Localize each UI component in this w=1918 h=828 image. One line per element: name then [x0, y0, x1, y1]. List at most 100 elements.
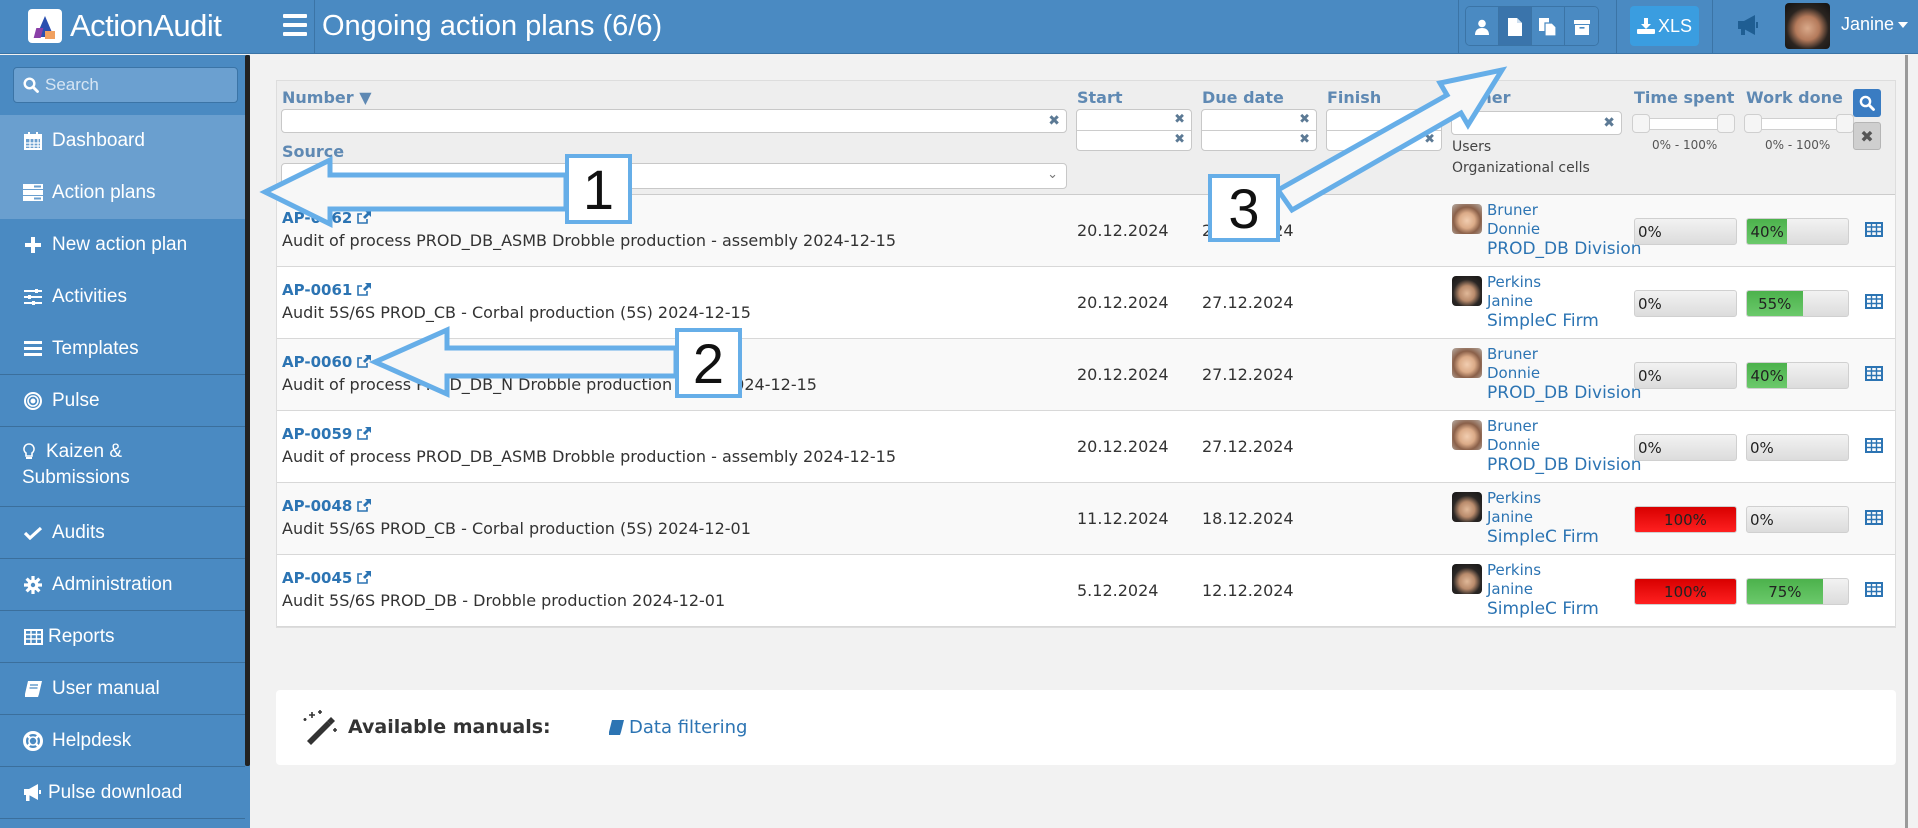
- external-link-icon[interactable]: [357, 355, 372, 368]
- my-plans-button[interactable]: [1466, 7, 1499, 45]
- sidebar-item-templates[interactable]: Templates: [0, 323, 245, 375]
- owner-organization[interactable]: SimpleC Firm: [1487, 599, 1599, 619]
- time-spent-slider[interactable]: [1632, 114, 1735, 133]
- owner-option-users[interactable]: Users: [1452, 139, 1491, 155]
- app-logo[interactable]: ActionAudit: [28, 6, 222, 46]
- clear-icon[interactable]: ✖: [1174, 112, 1185, 127]
- row-detail-button[interactable]: [1865, 438, 1883, 457]
- clear-icon[interactable]: ✖: [1299, 112, 1310, 127]
- number-filter[interactable]: ✖: [281, 109, 1067, 133]
- owner-organization[interactable]: SimpleC Firm: [1487, 311, 1599, 331]
- reset-filter-button[interactable]: ✖: [1853, 122, 1881, 150]
- sidebar-item-helpdesk[interactable]: Helpdesk: [0, 715, 245, 767]
- sidebar-item-activities[interactable]: Activities: [0, 271, 245, 323]
- external-link-icon[interactable]: [357, 499, 372, 512]
- owner-first-name[interactable]: Janine: [1487, 508, 1533, 526]
- clear-icon[interactable]: ✖: [1174, 132, 1185, 147]
- slider-max-handle[interactable]: [1836, 114, 1854, 133]
- clear-icon[interactable]: ✖: [1424, 112, 1435, 127]
- number-filter-input[interactable]: [288, 111, 1028, 131]
- action-plan-link[interactable]: AP-0060: [282, 353, 372, 371]
- owner-first-name[interactable]: Donnie: [1487, 364, 1540, 382]
- owner-last-name[interactable]: Perkins: [1487, 561, 1541, 579]
- sidebar-item-new-action-plan[interactable]: New action plan: [0, 219, 245, 271]
- sidebar-scrollbar[interactable]: [245, 55, 250, 766]
- table-icon: [1865, 222, 1883, 237]
- action-plan-link[interactable]: AP-0062: [282, 209, 372, 227]
- announcements-button[interactable]: [1736, 14, 1760, 40]
- external-link-icon[interactable]: [357, 571, 372, 584]
- action-plan-link[interactable]: AP-0048: [282, 497, 372, 515]
- slider-min-handle[interactable]: [1632, 114, 1650, 133]
- owner-last-name[interactable]: Bruner: [1487, 417, 1538, 435]
- sidebar-item-label: User manual: [52, 677, 160, 699]
- row-detail-button[interactable]: [1865, 294, 1883, 313]
- clear-icon[interactable]: ✖: [1299, 132, 1310, 147]
- external-link-icon[interactable]: [357, 427, 372, 440]
- sidebar-item-audits[interactable]: Audits: [0, 507, 245, 559]
- start-date-filter[interactable]: ✖ ✖: [1076, 109, 1192, 151]
- export-xls-button[interactable]: XLS: [1630, 6, 1699, 46]
- archived-plans-button[interactable]: [1565, 7, 1598, 45]
- finish-date-filter[interactable]: ✖ ✖: [1326, 109, 1442, 151]
- owner-first-name[interactable]: Janine: [1487, 292, 1533, 310]
- user-avatar[interactable]: [1785, 3, 1830, 49]
- owner-organization[interactable]: PROD_DB Division: [1487, 455, 1642, 475]
- all-plans-button[interactable]: [1532, 7, 1565, 45]
- ongoing-plans-button[interactable]: [1499, 7, 1532, 45]
- owner-last-name[interactable]: Bruner: [1487, 201, 1538, 219]
- apply-filter-button[interactable]: [1853, 89, 1881, 117]
- work-done-value: 0%: [1750, 511, 1774, 529]
- menu-toggle-icon[interactable]: [283, 14, 307, 36]
- page-scrollbar[interactable]: [1905, 55, 1908, 828]
- sidebar-item-user-manual[interactable]: User manual: [0, 663, 245, 715]
- slider-max-handle[interactable]: [1717, 114, 1735, 133]
- external-link-icon[interactable]: [357, 283, 372, 296]
- sidebar-item-pulse[interactable]: Pulse: [0, 375, 245, 427]
- owner-first-name[interactable]: Donnie: [1487, 220, 1540, 238]
- row-detail-button[interactable]: [1865, 366, 1883, 385]
- column-header-due-date[interactable]: Due date: [1202, 88, 1284, 107]
- user-menu[interactable]: Janine: [1841, 14, 1909, 35]
- work-done-slider[interactable]: [1744, 114, 1854, 133]
- sidebar-search-input[interactable]: [45, 75, 225, 95]
- external-link-icon[interactable]: [357, 211, 372, 224]
- sidebar-item-dashboard[interactable]: Dashboard: [0, 115, 245, 167]
- action-plan-link[interactable]: AP-0045: [282, 569, 372, 587]
- column-header-finish[interactable]: Finish: [1327, 88, 1381, 107]
- due-date-filter[interactable]: ✖ ✖: [1201, 109, 1317, 151]
- owner-first-name[interactable]: Janine: [1487, 580, 1533, 598]
- sidebar-item-administration[interactable]: Administration: [0, 559, 245, 611]
- source-filter-select[interactable]: ⌄: [281, 163, 1067, 189]
- row-detail-button[interactable]: [1865, 510, 1883, 529]
- action-plan-link[interactable]: AP-0059: [282, 425, 372, 443]
- row-detail-button[interactable]: [1865, 582, 1883, 601]
- column-header-number[interactable]: Number ▼: [282, 88, 372, 107]
- sidebar-item-pulse-download[interactable]: Pulse download: [0, 767, 245, 819]
- slider-min-handle[interactable]: [1744, 114, 1762, 133]
- column-header-work-done[interactable]: Work done: [1746, 88, 1843, 107]
- owner-last-name[interactable]: Perkins: [1487, 273, 1541, 291]
- owner-organization[interactable]: SimpleC Firm: [1487, 527, 1599, 547]
- sidebar-item-action-plans[interactable]: Action plans: [0, 167, 245, 219]
- sidebar-search[interactable]: [13, 67, 238, 103]
- sidebar-item-reports[interactable]: Reports: [0, 611, 245, 663]
- sidebar-item-kaizen[interactable]: Kaizen & Submissions: [0, 427, 245, 507]
- manual-link-data-filtering[interactable]: Data filtering: [608, 717, 747, 738]
- column-header-start[interactable]: Start: [1077, 88, 1123, 107]
- owner-last-name[interactable]: Perkins: [1487, 489, 1541, 507]
- owner-first-name[interactable]: Donnie: [1487, 436, 1540, 454]
- owner-filter[interactable]: ✖: [1451, 111, 1622, 135]
- owner-organization[interactable]: PROD_DB Division: [1487, 383, 1642, 403]
- owner-option-org-cells[interactable]: Organizational cells: [1452, 160, 1590, 176]
- column-header-owner[interactable]: Owner: [1452, 88, 1511, 107]
- owner-last-name[interactable]: Bruner: [1487, 345, 1538, 363]
- toolbar-divider: [1712, 0, 1713, 54]
- column-header-time-spent[interactable]: Time spent: [1634, 88, 1734, 107]
- owner-organization[interactable]: PROD_DB Division: [1487, 239, 1642, 259]
- row-detail-button[interactable]: [1865, 222, 1883, 241]
- clear-icon[interactable]: ✖: [1048, 113, 1060, 129]
- clear-icon[interactable]: ✖: [1603, 115, 1615, 131]
- action-plan-link[interactable]: AP-0061: [282, 281, 372, 299]
- clear-icon[interactable]: ✖: [1424, 132, 1435, 147]
